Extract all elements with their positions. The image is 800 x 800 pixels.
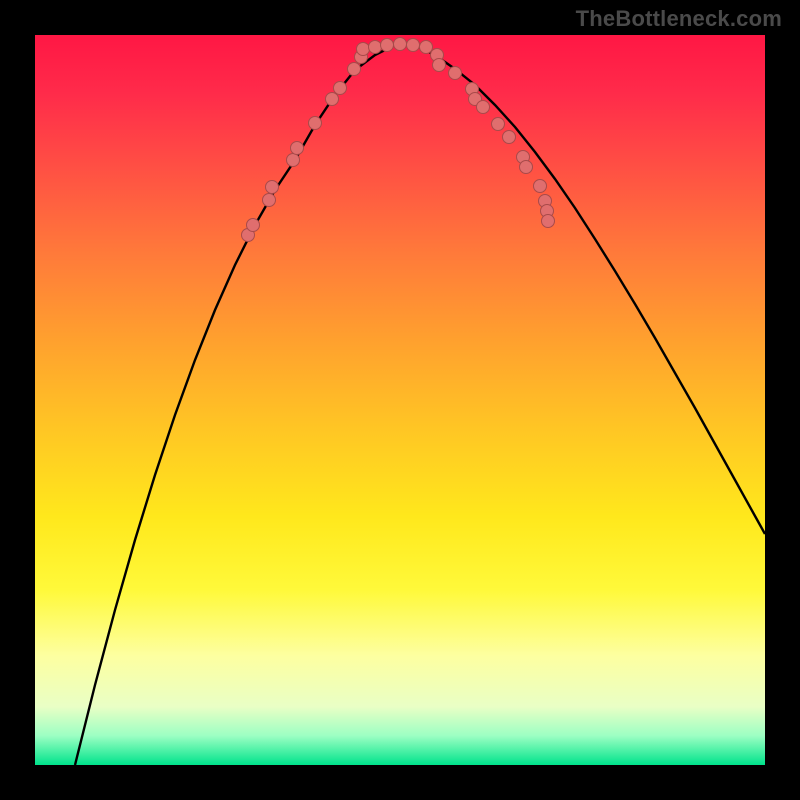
data-point-marker [290, 141, 304, 155]
curve-layer [35, 35, 765, 765]
data-point-marker [519, 160, 533, 174]
data-point-marker [448, 66, 462, 80]
data-point-marker [265, 180, 279, 194]
data-point-marker [476, 100, 490, 114]
bottleneck-curve [75, 45, 765, 765]
chart-frame: TheBottleneck.com [0, 0, 800, 800]
data-point-marker [541, 214, 555, 228]
watermark-text: TheBottleneck.com [576, 6, 782, 32]
data-point-marker [406, 38, 420, 52]
data-point-marker [333, 81, 347, 95]
data-point-marker [432, 58, 446, 72]
plot-area [35, 35, 765, 765]
data-point-marker [491, 117, 505, 131]
data-point-marker [347, 62, 361, 76]
data-point-marker [262, 193, 276, 207]
data-point-marker [286, 153, 300, 167]
data-point-marker [380, 38, 394, 52]
data-point-marker [246, 218, 260, 232]
data-point-marker [308, 116, 322, 130]
data-point-marker [502, 130, 516, 144]
data-point-marker [393, 37, 407, 51]
data-point-marker [533, 179, 547, 193]
